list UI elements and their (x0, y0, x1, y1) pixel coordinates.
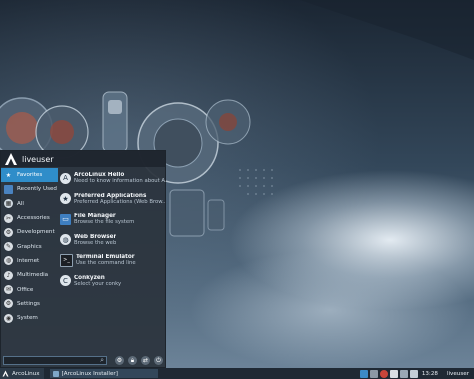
category-list: ★ Favorites Recently Used ▦ All ✂ Access… (1, 168, 58, 325)
category-label: Office (17, 286, 34, 293)
app-preferred-applications[interactable]: ★ Preferred Applications Preferred Appli… (58, 189, 166, 210)
bottom-panel: ArcoLinux [ArcoLinux Installer] 13:28 li… (0, 368, 474, 379)
graphics-icon: ✎ (4, 242, 13, 252)
folder-icon: ▭ (60, 213, 71, 225)
category-label: All (17, 200, 24, 207)
grid-icon: ▦ (4, 199, 13, 209)
system-icon: ◉ (4, 313, 13, 323)
category-internet[interactable]: ◍ Internet (1, 254, 58, 268)
clock[interactable]: 13:28 (422, 371, 438, 377)
lock-screen-button[interactable]: 🔒︎ (128, 356, 137, 365)
logout-button[interactable]: ⏻ (154, 356, 163, 365)
app-description: Preferred Applications (Web Brow... (74, 198, 166, 205)
settings-button[interactable]: ⚙ (115, 356, 124, 365)
category-label: System (17, 315, 38, 322)
app-description: Need to know information about A... (74, 178, 166, 185)
development-icon: ⚙ (4, 227, 13, 237)
star-icon: ★ (5, 171, 12, 179)
installer-icon (52, 370, 59, 377)
category-label: Accessories (17, 215, 50, 222)
workspace-icon[interactable] (359, 369, 368, 378)
office-icon: ✉ (4, 285, 13, 295)
category-settings[interactable]: ⚙ Settings (1, 297, 58, 311)
app-conkyzen[interactable]: C Conkyzen Select your conky (58, 271, 166, 292)
app-file-manager[interactable]: ▭ File Manager Browse the file system (58, 209, 166, 230)
clipboard-icon[interactable] (389, 369, 398, 378)
multimedia-icon: ♪ (4, 270, 13, 280)
app-web-browser[interactable]: ◍ Web Browser Browse the web (58, 230, 166, 251)
menu-header: liveuser (1, 151, 165, 167)
category-development[interactable]: ⚙ Development (1, 225, 58, 239)
application-menu: liveuser ★ Favorites Recently Used ▦ All… (0, 150, 166, 368)
power-icon[interactable] (399, 369, 408, 378)
category-office[interactable]: ✉ Office (1, 282, 58, 296)
network-icon[interactable] (369, 369, 378, 378)
category-label: Multimedia (17, 272, 49, 279)
taskbar-item-installer[interactable]: [ArcoLinux Installer] (49, 369, 158, 378)
arcolinux-logo-icon (5, 153, 17, 165)
category-label: Development (17, 229, 55, 236)
app-description: Use the command line (76, 260, 136, 267)
switch-user-button[interactable]: ⇄ (141, 356, 150, 365)
settings-icon: ⚙ (4, 299, 13, 309)
volume-icon[interactable] (409, 369, 418, 378)
folder-icon (4, 184, 13, 194)
app-description: Browse the web (74, 239, 117, 246)
category-label: Internet (17, 257, 40, 264)
user-label[interactable]: liveuser (447, 371, 469, 377)
menu-footer: ⌕ ⚙ 🔒︎ ⇄ ⏻ (1, 354, 165, 367)
category-label: Settings (17, 300, 40, 307)
menu-search-input[interactable]: ⌕ (3, 356, 107, 365)
globe-icon: ◍ (60, 234, 71, 246)
category-label: Graphics (17, 243, 42, 250)
preferred-applications-icon: ★ (60, 193, 71, 205)
conkyzen-icon: C (60, 275, 71, 287)
menu-start-button[interactable]: ArcoLinux (0, 368, 44, 379)
category-graphics[interactable]: ✎ Graphics (1, 239, 58, 253)
accessories-icon: ✂ (4, 213, 13, 223)
category-favorites[interactable]: ★ Favorites (1, 168, 58, 183)
globe-icon: ◍ (4, 256, 13, 266)
start-label: ArcoLinux (12, 370, 40, 377)
arcolinux-hello-icon: A (60, 172, 71, 184)
menu-username: liveuser (22, 154, 54, 164)
category-accessories[interactable]: ✂ Accessories (1, 211, 58, 225)
category-recently-used[interactable]: Recently Used (1, 182, 58, 196)
update-icon[interactable] (379, 369, 388, 378)
app-description: Select your conky (74, 280, 122, 287)
app-list: A ArcoLinux Hello Need to know informati… (58, 168, 166, 291)
category-all[interactable]: ▦ All (1, 197, 58, 211)
search-icon: ⌕ (100, 356, 104, 364)
system-tray: 13:28 liveuser (358, 368, 474, 379)
terminal-icon: >_ (60, 253, 73, 267)
arcolinux-logo-icon (2, 370, 9, 377)
app-arcolinux-hello[interactable]: A ArcoLinux Hello Need to know informati… (58, 168, 166, 189)
task-label: [ArcoLinux Installer] (61, 370, 118, 377)
app-terminal-emulator[interactable]: >_ Terminal Emulator Use the command lin… (58, 250, 166, 271)
app-description: Browse the file system (74, 219, 135, 226)
category-label: Recently Used (17, 186, 57, 193)
category-label: Favorites (17, 172, 43, 179)
category-multimedia[interactable]: ♪ Multimedia (1, 268, 58, 282)
category-system[interactable]: ◉ System (1, 311, 58, 325)
